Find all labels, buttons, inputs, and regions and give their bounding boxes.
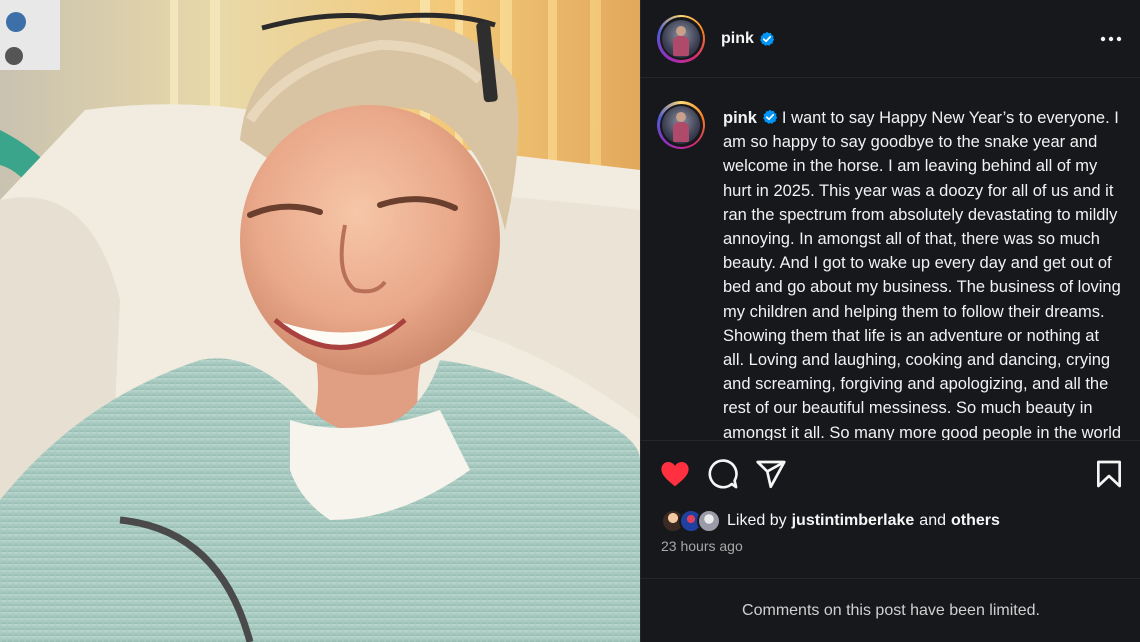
caption-username[interactable]: pink (723, 109, 757, 127)
liked-by-prefix: Liked by (727, 512, 787, 529)
like-button[interactable] (659, 458, 691, 490)
share-icon (756, 460, 786, 489)
caption-section: pink I want to say Happy New Year’s to ev… (641, 79, 1140, 441)
more-options-icon (1100, 36, 1122, 42)
verified-badge-icon (763, 109, 778, 124)
post-photo[interactable] (0, 0, 640, 642)
liker-avatars[interactable] (661, 509, 723, 533)
save-button[interactable] (1093, 458, 1125, 490)
comment-icon (708, 459, 738, 489)
post-header: pink (641, 0, 1140, 78)
bookmark-icon (1097, 460, 1121, 488)
instagram-post: pink pink I want to say Happy New Year’s … (0, 0, 1140, 642)
header-username[interactable]: pink (721, 30, 754, 48)
comments-limited-text: Comments on this post have been limited. (742, 601, 1040, 619)
heart-icon (661, 462, 689, 487)
liked-by-row: Liked by justintimberlake and others (661, 509, 1000, 533)
post-caption: pink I want to say Happy New Year’s to ev… (723, 106, 1123, 441)
post-timestamp[interactable]: 23 hours ago (661, 538, 743, 554)
hospital-selfie-image (0, 0, 640, 642)
liker-avatar (697, 509, 721, 533)
liked-by-others-link[interactable]: others (951, 512, 1000, 530)
comments-limited-notice: Comments on this post have been limited. (641, 578, 1140, 642)
action-bar (641, 452, 1140, 496)
comment-button[interactable] (707, 458, 739, 490)
share-button[interactable] (755, 458, 787, 490)
caption-body: I want to say Happy New Year’s to everyo… (723, 109, 1122, 441)
avatar-image (662, 19, 700, 58)
verified-badge-icon (759, 31, 775, 46)
more-options-button[interactable] (1099, 27, 1123, 51)
caption-avatar[interactable] (657, 101, 705, 149)
post-side-panel: pink pink I want to say Happy New Year’s … (640, 0, 1140, 642)
liked-by-user-link[interactable]: justintimberlake (792, 512, 915, 530)
liked-by-and: and (919, 512, 946, 529)
profile-avatar[interactable] (657, 14, 705, 63)
avatar-image (662, 106, 700, 144)
